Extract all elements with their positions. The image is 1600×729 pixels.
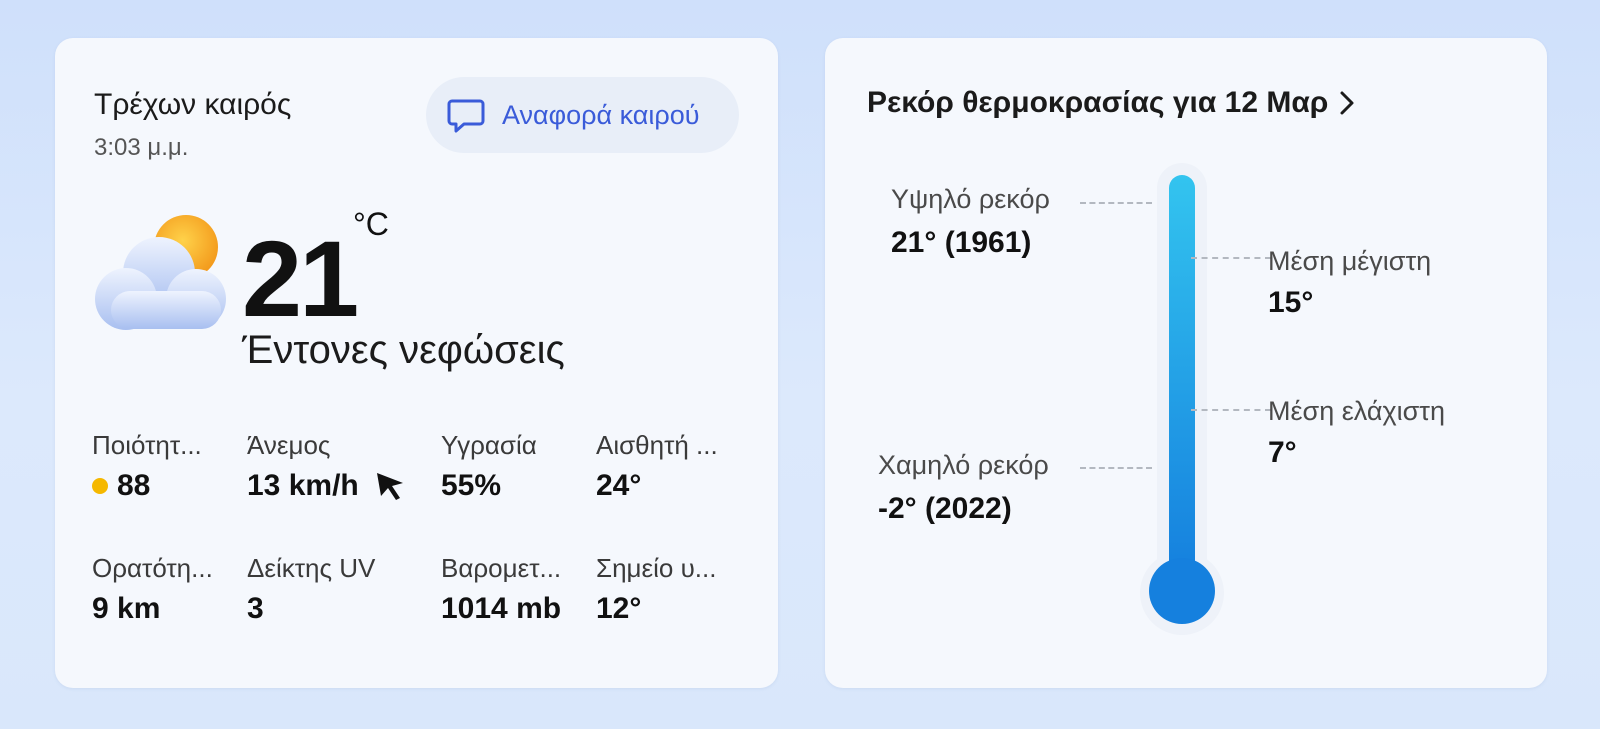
cloud-sun-icon: [95, 215, 226, 330]
stat-feels-like[interactable]: Αισθητή ... 24°: [596, 430, 746, 503]
weather-report-button[interactable]: Αναφορά καιρού: [426, 77, 739, 153]
temperature-unit: °C: [353, 206, 389, 242]
stat-air-quality[interactable]: Ποιότητ... 88: [92, 430, 242, 503]
stat-pressure[interactable]: Βαρομετ... 1014 mb: [441, 553, 591, 626]
stat-value: 1014 mb: [441, 592, 562, 625]
stat-label: Αισθητή ...: [596, 430, 718, 460]
stat-value: 12°: [596, 592, 642, 625]
wind-direction-arrow-icon: [376, 473, 403, 500]
current-temperature: 21: [242, 218, 359, 339]
stat-wind[interactable]: Άνεμος 13 km/h: [247, 430, 437, 503]
low-record-guide: [1080, 467, 1152, 469]
stat-dew-point[interactable]: Σημείο υ... 12°: [596, 553, 746, 626]
stat-visibility[interactable]: Ορατότη... 9 km: [92, 553, 242, 626]
stat-label: Υγρασία: [441, 430, 537, 460]
low-record-label: Χαμηλό ρεκόρ: [878, 450, 1049, 480]
chat-bubble-icon: [447, 99, 485, 133]
avg-min-label: Μέση ελάχιστη: [1268, 396, 1445, 426]
air-quality-dot-icon: [92, 478, 108, 494]
avg-max-label: Μέση μέγιστη: [1268, 246, 1432, 276]
chevron-right-icon: [1340, 91, 1354, 115]
current-weather-title: Τρέχων καιρός: [94, 88, 292, 121]
records-title-link[interactable]: Ρεκόρ θερμοκρασίας για 12 Μαρ: [867, 86, 1358, 120]
stat-label: Δείκτης UV: [247, 553, 376, 583]
current-weather-time: 3:03 μ.μ.: [94, 134, 189, 161]
avg-max-value: 15°: [1268, 286, 1314, 319]
stat-value: 13 km/h: [247, 469, 437, 503]
weather-report-label: Αναφορά καιρού: [502, 99, 700, 130]
stat-label: Σημείο υ...: [596, 553, 717, 583]
low-record-value: -2° (2022): [878, 492, 1012, 525]
current-weather-card: Τρέχων καιρός 3:03 μ.μ. Αναφορά καιρού 2…: [55, 38, 778, 688]
stat-uv-index[interactable]: Δείκτης UV 3: [247, 553, 397, 626]
stat-value: 55%: [441, 469, 502, 502]
stat-humidity[interactable]: Υγρασία 55%: [441, 430, 591, 503]
stat-value: 9 km: [92, 592, 161, 625]
high-record-value: 21° (1961): [891, 226, 1032, 259]
wind-value: 13 km/h: [247, 469, 359, 502]
stat-value: 88: [92, 469, 242, 503]
avg-min-guide: [1191, 409, 1271, 411]
stat-label: Ορατότη...: [92, 553, 213, 583]
records-title: Ρεκόρ θερμοκρασίας για 12 Μαρ: [867, 86, 1329, 119]
stat-label: Ποιότητ...: [92, 430, 202, 460]
stat-label: Βαρομετ...: [441, 553, 562, 583]
stat-value: 24°: [596, 469, 642, 502]
high-record-label: Υψηλό ρεκόρ: [891, 184, 1050, 214]
stat-value: 3: [247, 592, 264, 625]
avg-max-guide: [1191, 257, 1271, 259]
stat-label: Άνεμος: [247, 430, 331, 460]
air-quality-value: 88: [117, 469, 151, 502]
high-record-guide: [1080, 202, 1152, 204]
thermometer-graphic: [1140, 163, 1224, 635]
temperature-records-card: Ρεκόρ θερμοκρασίας για 12 Μαρ Υψηλό ρεκό…: [825, 38, 1547, 688]
weather-condition: Έντονες νεφώσεις: [242, 328, 565, 372]
avg-min-value: 7°: [1268, 436, 1297, 469]
